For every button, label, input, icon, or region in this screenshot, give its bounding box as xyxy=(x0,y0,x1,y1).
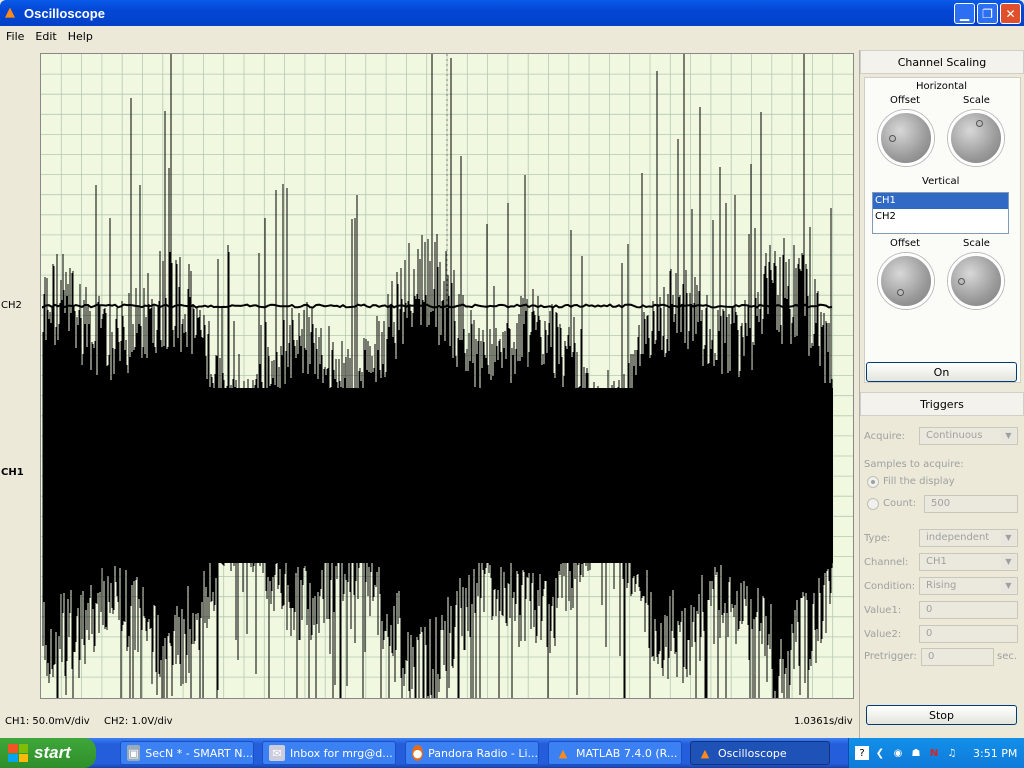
type-label: Type: xyxy=(864,533,891,544)
window-title: Oscilloscope xyxy=(24,5,105,21)
type-select[interactable]: independent ▼ xyxy=(919,529,1018,547)
channel-select[interactable]: CH1 ▼ xyxy=(919,553,1018,571)
security-icon[interactable]: ☗ xyxy=(909,746,923,760)
condition-select[interactable]: Rising ▼ xyxy=(919,577,1018,595)
condition-label: Condition: xyxy=(864,581,916,592)
task-inbox[interactable]: ✉ Inbox for mrg@d... xyxy=(262,741,396,765)
norton-icon[interactable]: N xyxy=(927,746,941,760)
chevron-down-icon: ▼ xyxy=(1001,531,1016,545)
menu-bar: File Edit Help xyxy=(0,26,1024,46)
oscilloscope-display[interactable] xyxy=(40,53,854,699)
value2-label: Value2: xyxy=(864,629,902,640)
task-label: Oscilloscope xyxy=(718,746,787,760)
vertical-label: Vertical xyxy=(922,176,960,187)
stop-button[interactable]: Stop xyxy=(866,705,1017,725)
condition-value: Rising xyxy=(926,580,957,591)
time-scale-readout: 1.0361s/div xyxy=(794,716,853,727)
taskbar: start ▣ SecN * - SMART N... ✉ Inbox for mr… xyxy=(0,738,1024,768)
minimize-button[interactable]: ▁ xyxy=(954,3,975,24)
triggers-title: Triggers xyxy=(920,397,964,411)
task-secn[interactable]: ▣ SecN * - SMART N... xyxy=(120,741,254,765)
chevron-down-icon: ▼ xyxy=(1001,555,1016,569)
pretrigger-label: Pretrigger: xyxy=(864,651,917,662)
channel-scaling-title: Channel Scaling xyxy=(897,55,987,69)
matlab-icon: ▲ xyxy=(5,5,15,20)
task-label: MATLAB 7.4.0 (R... xyxy=(576,746,678,760)
value1-value: 0 xyxy=(926,604,933,615)
system-tray: ? ❮ ◉ ☗ N ♫ 3:51 PM xyxy=(848,738,1024,768)
h-scale-knob[interactable] xyxy=(948,110,1004,166)
acquire-label: Acquire: xyxy=(864,431,906,442)
acquire-value: Continuous xyxy=(926,430,983,441)
menu-help[interactable]: Help xyxy=(64,30,97,43)
menu-file[interactable]: File xyxy=(2,30,28,43)
ch1-scale-readout: CH1: 50.0mV/div xyxy=(5,716,90,727)
count-input[interactable]: 500 xyxy=(924,495,1018,513)
start-button[interactable]: start xyxy=(0,738,96,768)
ch1-trace-core xyxy=(43,388,833,563)
task-pandora[interactable]: ● Pandora Radio - Li... xyxy=(405,741,539,765)
v-scale-label: Scale xyxy=(963,238,990,249)
horizontal-label: Horizontal xyxy=(916,81,968,92)
windows-logo-icon xyxy=(8,744,28,762)
triggers-header: Triggers xyxy=(860,392,1024,416)
channel-scaling-header: Channel Scaling xyxy=(860,50,1024,74)
on-button-label: On xyxy=(933,365,950,379)
count-label: Count: xyxy=(883,498,917,509)
app-icon: ▣ xyxy=(127,745,141,761)
ch2-marker: CH2 xyxy=(1,300,22,311)
menu-edit[interactable]: Edit xyxy=(31,30,60,43)
help-icon[interactable]: ? xyxy=(855,746,869,760)
stop-button-label: Stop xyxy=(928,708,954,722)
v-offset-knob[interactable] xyxy=(878,253,934,309)
chevron-down-icon: ▼ xyxy=(1001,579,1016,593)
start-label: start xyxy=(34,743,71,762)
mail-icon: ✉ xyxy=(269,745,285,761)
firefox-icon: ● xyxy=(412,745,424,761)
count-radio[interactable] xyxy=(867,498,879,510)
ch1-marker: CH1 xyxy=(1,467,24,478)
network-icon[interactable]: ◉ xyxy=(891,746,905,760)
task-label: SecN * - SMART N... xyxy=(145,746,253,760)
value2-input[interactable]: 0 xyxy=(919,625,1018,643)
on-button[interactable]: On xyxy=(866,362,1017,382)
matlab-icon: ▲ xyxy=(700,746,710,760)
v-scale-knob[interactable] xyxy=(948,253,1004,309)
close-button[interactable]: ✕ xyxy=(1000,3,1021,24)
pretrigger-unit: sec. xyxy=(997,651,1018,662)
chevron-left-icon[interactable]: ❮ xyxy=(873,746,887,760)
channel-value: CH1 xyxy=(926,556,947,567)
title-bar: ▲ Oscilloscope ▁ ❐ ✕ xyxy=(0,0,1024,26)
channel-option-ch1[interactable]: CH1 xyxy=(873,193,1008,209)
restore-button[interactable]: ❐ xyxy=(977,3,998,24)
matlab-icon: ▲ xyxy=(558,746,568,760)
clock: 3:51 PM xyxy=(973,746,1018,760)
task-matlab[interactable]: ▲ MATLAB 7.4.0 (R... xyxy=(548,741,682,765)
pretrigger-input[interactable]: 0 xyxy=(921,648,994,666)
acquire-select[interactable]: Continuous ▼ xyxy=(919,427,1018,445)
h-offset-knob[interactable] xyxy=(878,110,934,166)
channel-label: Channel: xyxy=(864,557,909,568)
samples-label: Samples to acquire: xyxy=(864,459,964,470)
fill-display-label: Fill the display xyxy=(883,476,955,487)
waveform-plot xyxy=(41,54,853,698)
fill-display-radio[interactable] xyxy=(867,476,879,488)
pretrigger-value: 0 xyxy=(928,651,935,662)
h-scale-label: Scale xyxy=(963,95,990,106)
value1-label: Value1: xyxy=(864,605,902,616)
v-offset-label: Offset xyxy=(890,238,921,249)
channel-option-ch2[interactable]: CH2 xyxy=(873,209,1008,225)
h-offset-label: Offset xyxy=(890,95,921,106)
chevron-down-icon: ▼ xyxy=(1001,429,1016,443)
task-label: Pandora Radio - Li... xyxy=(428,746,538,760)
type-value: independent xyxy=(926,532,990,543)
channel-list[interactable]: CH1 CH2 xyxy=(872,192,1009,234)
value2-value: 0 xyxy=(926,628,933,639)
value1-input[interactable]: 0 xyxy=(919,601,1018,619)
count-value: 500 xyxy=(931,498,951,509)
task-label: Inbox for mrg@d... xyxy=(290,746,393,760)
volume-icon[interactable]: ♫ xyxy=(945,746,959,760)
ch2-scale-readout: CH2: 1.0V/div xyxy=(104,716,173,727)
task-oscilloscope[interactable]: ▲ Oscilloscope xyxy=(690,741,830,765)
